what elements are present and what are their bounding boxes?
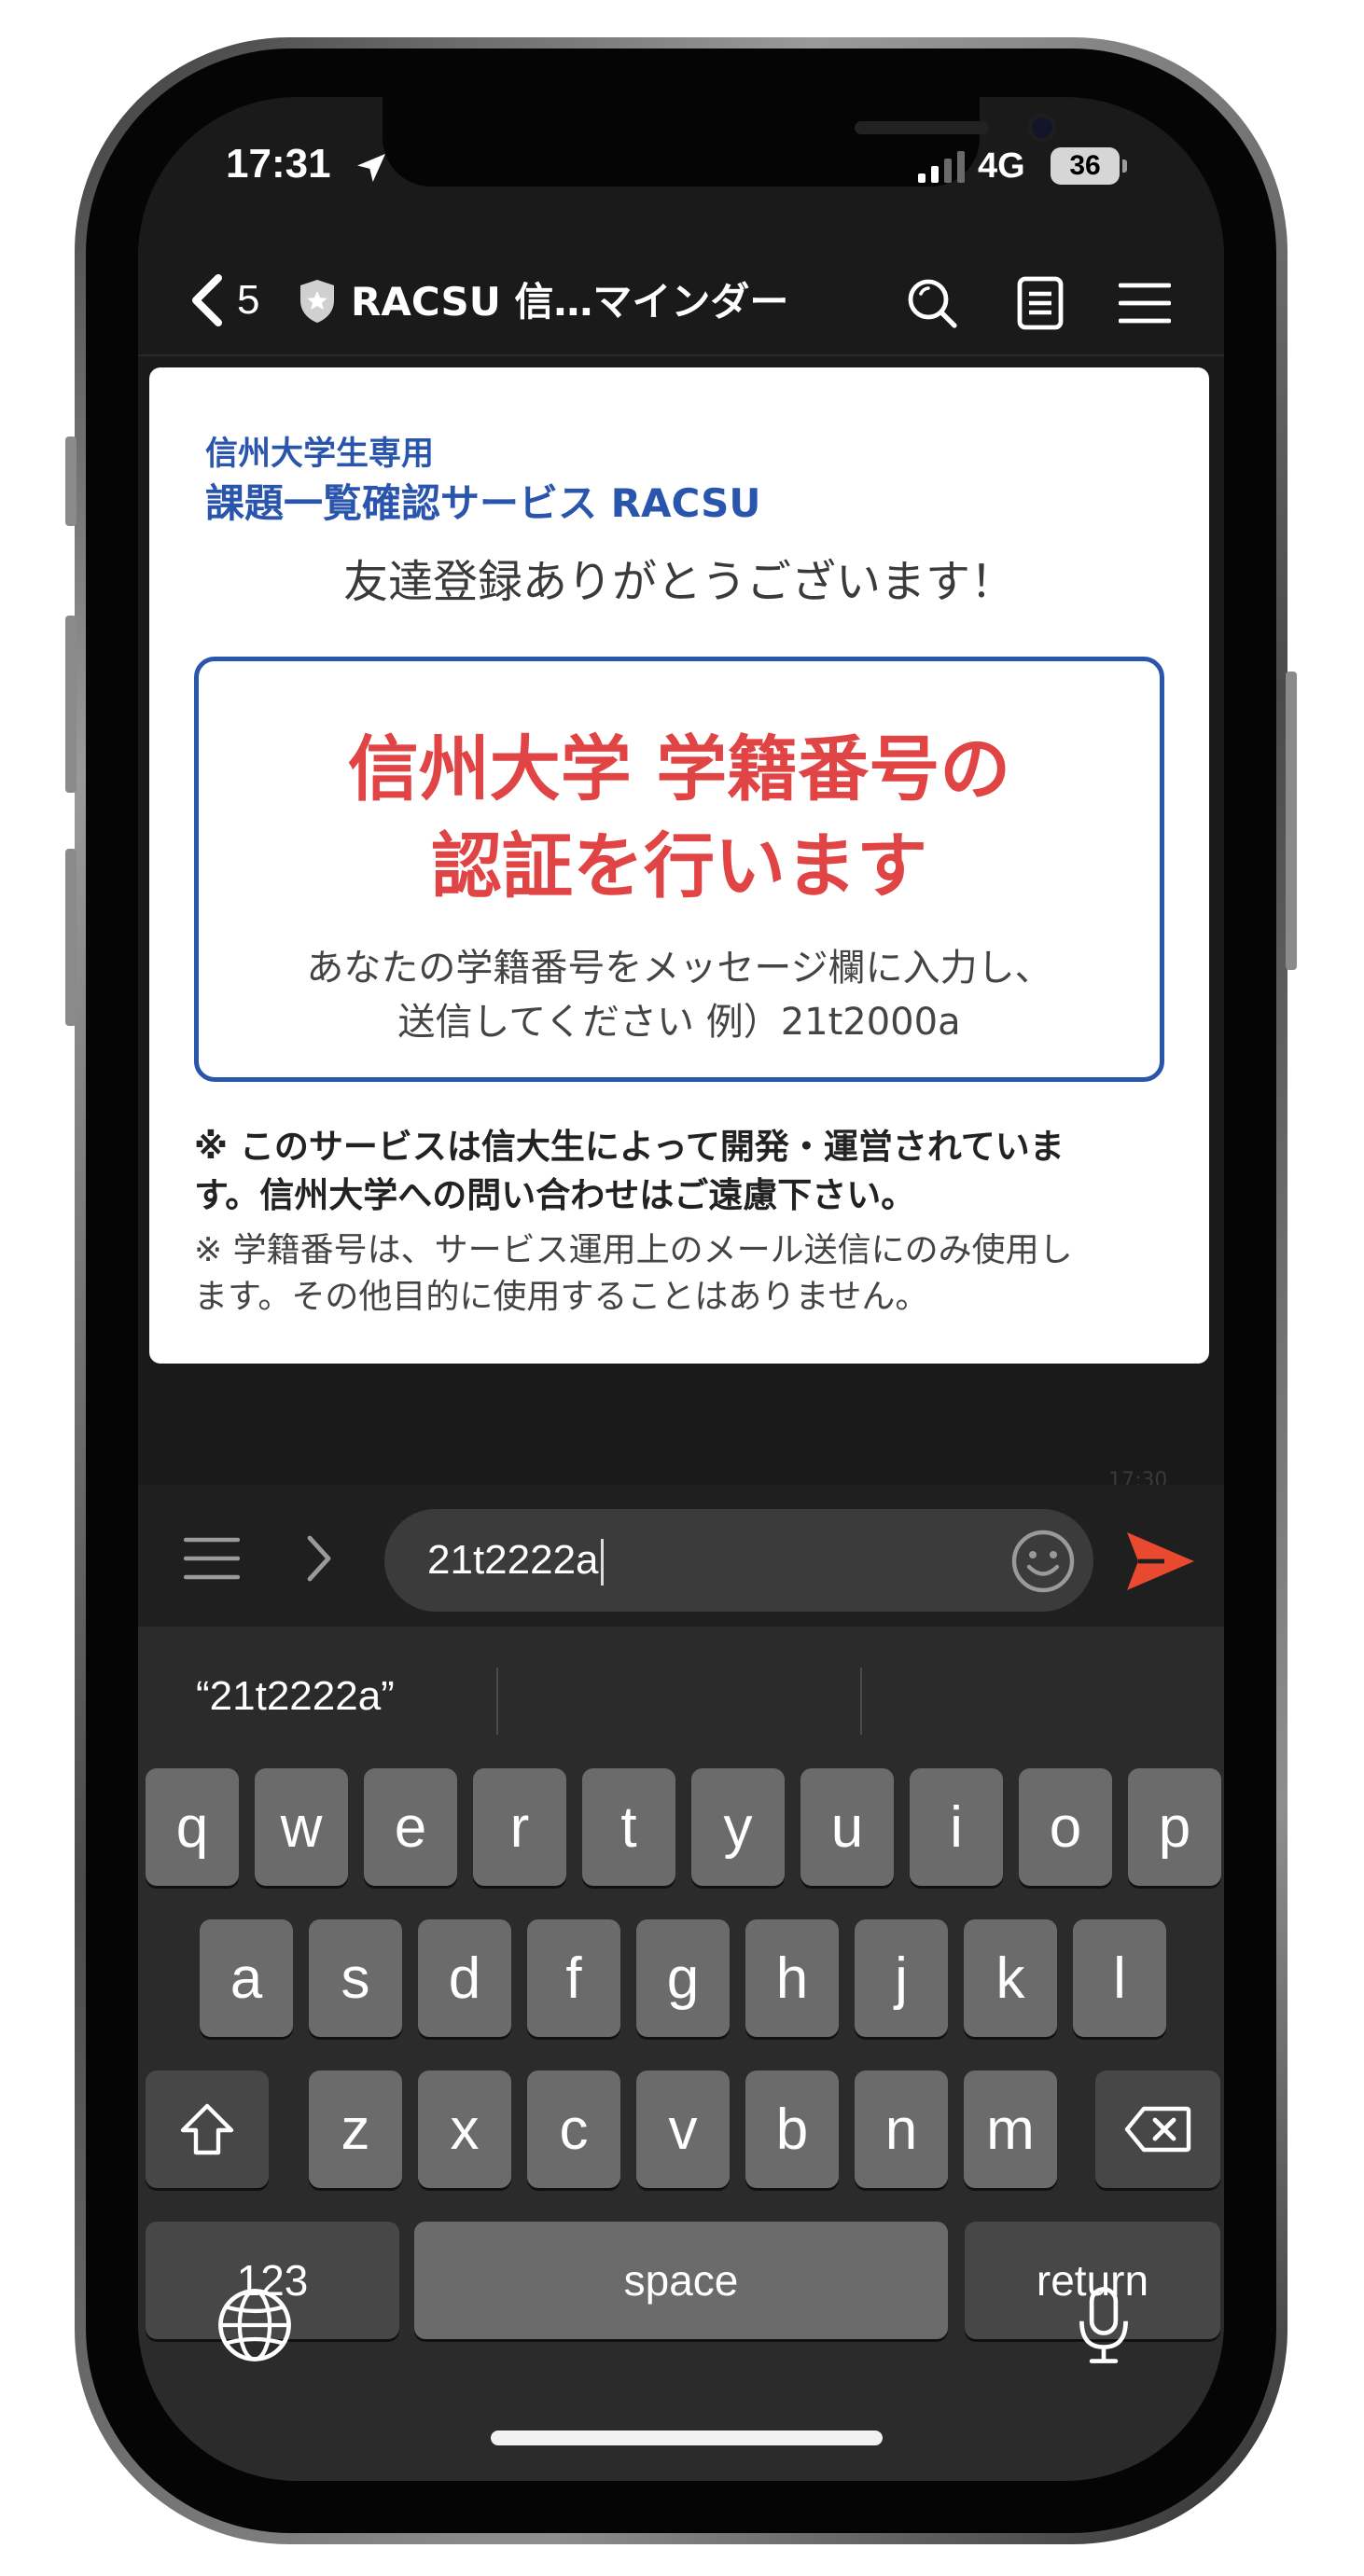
service-brand: 信州大学生専用 課題一覧確認サービス RACSU [205,431,760,530]
delete-icon [1124,2106,1191,2153]
key-h[interactable]: h [745,1919,839,2037]
chat-title[interactable]: RACSU 信…マインダー [351,272,845,332]
key-z[interactable]: z [309,2070,402,2188]
unread-count: 5 [237,277,260,323]
speaker [855,121,989,134]
suggestion-divider [496,1668,498,1735]
chat-header: 5 RACSU 信…マインダー [138,246,1224,356]
back-button[interactable]: 5 [188,265,291,336]
delete-key[interactable] [1095,2070,1220,2188]
greeting-text: 友達登録ありがとうございます！ [342,556,1015,608]
home-indicator[interactable] [491,2431,883,2445]
message-area[interactable]: 信州大学生専用 課題一覧確認サービス RACSU 友達登録ありがとうございます！… [138,358,1224,1492]
privacy-notice-line-1: ※ 学籍番号は、サービス運用上のメール送信にのみ使用し [194,1231,1073,1269]
location-arrow-icon [357,154,385,182]
screen: 17:31 4G 36 5 RACSU 信…マインダー 信州大学生専用 課題一覧… [138,97,1224,2481]
auth-title-line-2: 認証を行います [431,824,927,907]
note-button[interactable] [1008,270,1073,336]
auth-desc-line-1: あなたの学籍番号をメッセージ欄に入力し、 [306,947,1052,990]
back-chevron-icon [192,274,222,326]
message-input-value: 21t2222a [427,1533,604,1587]
status-time: 17:31 [226,141,331,187]
message-input[interactable]: 21t2222a [384,1509,1093,1612]
privacy-notice-line-2: ます。その他目的に使用することはありません。 [194,1278,929,1316]
key-e[interactable]: e [364,1768,457,1886]
key-w[interactable]: w [255,1768,348,1886]
auth-desc-line-2: 送信してください 例）21t2000a [397,1001,961,1044]
key-o[interactable]: o [1019,1768,1112,1886]
dictation-button[interactable] [1062,2283,1146,2367]
text-caret [600,1539,604,1586]
search-icon [908,279,957,328]
brand-title: 課題一覧確認サービス RACSU [205,480,761,526]
key-x[interactable]: x [418,2070,511,2188]
key-c[interactable]: c [527,2070,620,2188]
silent-switch [65,436,77,526]
key-u[interactable]: u [800,1768,894,1886]
key-b[interactable]: b [745,2070,839,2188]
chevron-right-icon [307,1535,331,1582]
key-g[interactable]: g [636,1919,730,2037]
key-a[interactable]: a [200,1919,293,2037]
notch [383,97,1056,187]
key-f[interactable]: f [527,1919,620,2037]
hamburger-icon [184,1537,240,1580]
key-i[interactable]: i [910,1768,1003,1886]
message-input-bar: 21t2222a [138,1485,1224,1627]
battery-icon: 36 [1051,147,1127,185]
key-r[interactable]: r [473,1768,566,1886]
suggestion-divider [860,1668,862,1735]
microphone-icon [1079,2287,1128,2363]
globe-icon [218,2289,291,2361]
brand-subtitle: 信州大学生専用 [205,436,435,473]
input-menu-button[interactable] [179,1526,244,1591]
note-icon [1017,276,1064,330]
keyboard: “21t2222a” q w e r t y u i o p a s d f g… [138,1627,1224,2481]
search-button[interactable] [899,270,965,336]
key-s[interactable]: s [309,1919,402,2037]
send-button[interactable] [1121,1522,1200,1600]
privacy-notice: ※ 学籍番号は、サービス運用上のメール送信にのみ使用し ます。その他目的に使用す… [194,1227,1164,1321]
key-v[interactable]: v [636,2070,730,2188]
shift-key[interactable] [146,2070,269,2188]
key-p[interactable]: p [1128,1768,1221,1886]
shift-icon [180,2103,234,2155]
key-l[interactable]: l [1073,1919,1166,2037]
rich-message-card[interactable]: 信州大学生専用 課題一覧確認サービス RACSU 友達登録ありがとうございます！… [149,367,1209,1364]
emoji-icon[interactable] [1009,1528,1077,1595]
expand-button[interactable] [293,1526,345,1591]
send-icon [1127,1532,1194,1590]
key-j[interactable]: j [855,1919,948,2037]
auth-title-line-1: 信州大学 学籍番号の [347,727,1011,810]
signal-icon [918,151,965,183]
auth-title: 信州大学 学籍番号の 認証を行います [199,721,1160,915]
key-t[interactable]: t [582,1768,675,1886]
disclaimer-bold-line-2: す。信州大学への問い合わせはご遠慮下さい。 [194,1175,916,1215]
key-k[interactable]: k [964,1919,1057,2037]
suggestion-item[interactable]: “21t2222a” [196,1664,395,1729]
menu-icon [1119,283,1171,324]
globe-button[interactable] [213,2283,297,2367]
key-q[interactable]: q [146,1768,239,1886]
auth-description: あなたの学籍番号をメッセージ欄に入力し、 送信してください 例）21t2000a [199,941,1160,1049]
power-button [1286,672,1297,970]
volume-up-button [65,616,77,793]
disclaimer-bold-line-1: ※ このサービスは信大生によって開発・運営されていま [194,1127,1065,1167]
key-y[interactable]: y [691,1768,785,1886]
key-n[interactable]: n [855,2070,948,2188]
menu-button[interactable] [1112,270,1177,336]
space-key[interactable]: space [414,2222,948,2339]
front-camera [1028,114,1056,142]
network-type: 4G [978,146,1025,186]
verified-shield-icon [300,280,334,323]
suggestion-bar: “21t2222a” [138,1627,1224,1766]
key-m[interactable]: m [964,2070,1057,2188]
volume-down-button [65,849,77,1026]
auth-instruction-box: 信州大学 学籍番号の 認証を行います あなたの学籍番号をメッセージ欄に入力し、 … [194,657,1164,1082]
key-d[interactable]: d [418,1919,511,2037]
disclaimer-bold: ※ このサービスは信大生によって開発・運営されていま す。信州大学への問い合わせ… [194,1123,1164,1220]
